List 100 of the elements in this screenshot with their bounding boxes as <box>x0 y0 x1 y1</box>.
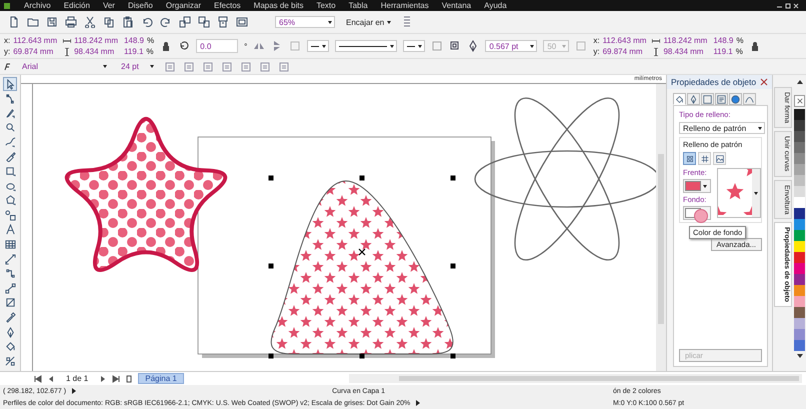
palette-swatch[interactable] <box>794 318 805 329</box>
palette-swatch[interactable] <box>794 296 805 307</box>
scale-x-field[interactable]: 148.9 <box>713 36 734 45</box>
palette-swatch[interactable] <box>794 197 805 208</box>
last-page-icon[interactable] <box>112 374 120 382</box>
pattern-type-button[interactable] <box>713 152 726 165</box>
scroll-up-icon[interactable] <box>796 79 804 85</box>
pattern-preview[interactable] <box>717 168 761 218</box>
docker-tab[interactable] <box>729 93 742 105</box>
width-field[interactable]: 118.242 mm <box>663 36 708 45</box>
save-icon[interactable] <box>46 16 58 28</box>
menu-item[interactable]: Ver <box>102 1 115 10</box>
palette-swatch[interactable] <box>794 164 805 175</box>
menu-item[interactable]: Texto <box>316 1 336 10</box>
menu-item[interactable]: Ventana <box>442 1 472 10</box>
font-dropdown[interactable]: Arial <box>18 60 110 72</box>
palette-swatch[interactable] <box>794 285 805 296</box>
launcher-icon[interactable] <box>236 16 248 28</box>
tool-button[interactable] <box>3 77 17 91</box>
palette-swatch[interactable] <box>794 230 805 241</box>
scale-y-field[interactable]: 119.1 <box>713 47 733 56</box>
no-color-swatch[interactable] <box>794 95 805 107</box>
height-field[interactable]: 98.434 mm <box>663 47 704 56</box>
tool-button[interactable] <box>3 208 17 222</box>
window-controls-icon[interactable] <box>776 2 800 10</box>
print-icon[interactable] <box>65 16 77 28</box>
menu-item[interactable]: Edición <box>64 1 90 10</box>
front-color-picker[interactable] <box>683 179 711 193</box>
docker-tab[interactable] <box>687 93 700 105</box>
outline-width-dropdown[interactable]: 0.567 pt <box>485 40 538 52</box>
pattern-type-button[interactable] <box>698 152 711 165</box>
palette-swatch[interactable] <box>794 175 805 186</box>
x-position-field[interactable]: 112.643 mm <box>602 36 646 45</box>
line-end-dropdown[interactable] <box>403 40 426 52</box>
page-tab[interactable]: Página 1 <box>138 373 184 384</box>
menu-item[interactable]: Ayuda <box>484 1 507 10</box>
copy-icon[interactable] <box>103 16 115 28</box>
first-page-icon[interactable] <box>34 374 42 382</box>
tool-button[interactable] <box>3 281 17 296</box>
y-position-field[interactable]: 69.874 mm <box>13 47 54 56</box>
pattern-type-button[interactable] <box>683 152 696 165</box>
palette-swatch[interactable] <box>794 109 805 120</box>
add-page-icon[interactable] <box>125 374 134 382</box>
palette-swatch[interactable] <box>794 120 805 131</box>
y-position-field[interactable]: 69.874 mm <box>602 47 643 56</box>
palette-swatch[interactable] <box>794 208 805 219</box>
folder-icon[interactable] <box>27 16 39 28</box>
menu-item[interactable]: Organizar <box>166 1 201 10</box>
width-field[interactable]: 118.242 mm <box>74 36 118 45</box>
docker-tab[interactable] <box>701 93 714 105</box>
outline-options-icon[interactable] <box>449 40 462 52</box>
palette-swatch[interactable] <box>794 219 805 230</box>
palette-swatch[interactable] <box>794 252 805 263</box>
cut-icon[interactable] <box>84 16 96 28</box>
paste-icon[interactable] <box>122 16 134 28</box>
line-start-dropdown[interactable] <box>307 40 330 52</box>
palette-swatch[interactable] <box>794 186 805 197</box>
expand-arrow-icon[interactable] <box>70 387 78 395</box>
font-size-dropdown[interactable]: 24 pt <box>117 60 157 72</box>
docker-tab[interactable] <box>743 93 756 105</box>
palette-swatch[interactable] <box>794 131 805 142</box>
line-style-dropdown[interactable] <box>335 40 398 52</box>
palette-swatch[interactable] <box>794 153 805 164</box>
menu-item[interactable]: Mapas de bits <box>254 1 304 10</box>
menu-item[interactable]: Efectos <box>214 1 241 10</box>
close-icon[interactable] <box>760 78 768 86</box>
new-document-icon[interactable] <box>8 16 20 28</box>
vertical-scrollbar[interactable] <box>656 84 666 371</box>
palette-swatch[interactable] <box>794 142 805 153</box>
palette-swatch[interactable] <box>794 241 805 252</box>
zoom-level-dropdown[interactable]: 65% <box>275 16 335 28</box>
menu-item[interactable]: Tabla <box>348 1 368 10</box>
scale-x-field[interactable]: 148.9 <box>124 36 144 45</box>
menu-item[interactable]: Diseño <box>128 1 153 10</box>
menu-item[interactable]: Archivo <box>24 1 51 10</box>
height-field[interactable]: 98.434 mm <box>74 47 114 56</box>
export-icon[interactable] <box>198 16 210 28</box>
redo-icon[interactable] <box>160 16 172 28</box>
palette-swatch[interactable] <box>794 329 805 340</box>
docker-tab[interactable] <box>673 93 686 105</box>
menu-item[interactable]: Herramientas <box>380 1 429 10</box>
horizontal-scrollbar[interactable] <box>348 374 802 383</box>
tool-button[interactable] <box>3 354 17 368</box>
expand-arrow-icon[interactable] <box>414 399 422 407</box>
x-position-field[interactable]: 112.643 mm <box>13 36 58 45</box>
palette-swatch[interactable] <box>794 263 805 274</box>
fill-type-dropdown[interactable]: Relleno de patrón <box>679 122 765 134</box>
docker-tab[interactable] <box>715 93 728 105</box>
publish-icon[interactable] <box>217 16 229 28</box>
scale-y-field[interactable]: 119.1 <box>124 47 144 56</box>
palette-swatch[interactable] <box>794 340 805 351</box>
tool-button[interactable] <box>3 135 17 150</box>
scroll-down-icon[interactable] <box>796 353 804 359</box>
tool-button[interactable] <box>3 252 17 266</box>
palette-swatch[interactable] <box>794 274 805 285</box>
undo-icon[interactable] <box>141 16 153 28</box>
import-icon[interactable] <box>179 16 191 28</box>
rotation-field[interactable]: 0.0 <box>196 39 238 53</box>
fit-dropdown[interactable]: Encajar en <box>342 16 394 28</box>
palette-swatch[interactable] <box>794 307 805 318</box>
